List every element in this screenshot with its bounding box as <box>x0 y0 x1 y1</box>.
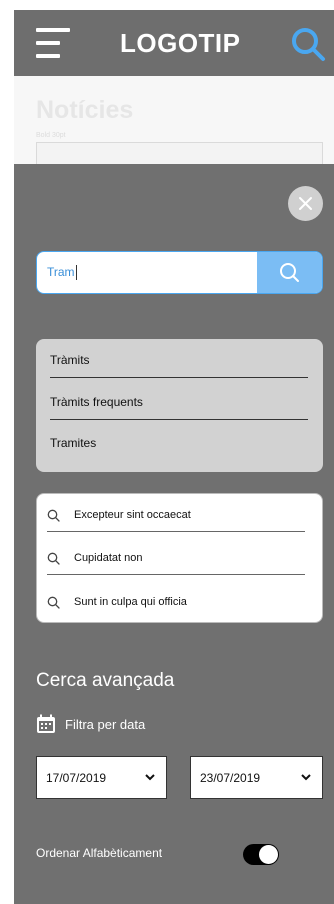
close-button[interactable] <box>288 186 323 221</box>
search-icon <box>47 509 60 522</box>
search-icon <box>47 552 60 565</box>
suggestion-label: Tràmits frequents <box>50 395 143 409</box>
toggle-knob <box>259 845 278 864</box>
recent-search-label: Sunt in culpa qui officia <box>74 596 187 608</box>
date-filter-label: Filtra per data <box>65 717 146 732</box>
search-box: Tram <box>36 251 323 294</box>
suggestions-list: Tràmits Tràmits frequents Tramites <box>36 339 323 472</box>
suggestion-label: Tràmits <box>50 353 90 367</box>
recent-search-item[interactable]: Excepteur sint occaecat <box>47 501 305 532</box>
page-subtitle: Bold 30pt <box>36 132 66 139</box>
date-from-value: 17/07/2019 <box>46 771 107 785</box>
date-to-value: 23/07/2019 <box>200 771 261 785</box>
search-input-value: Tram <box>47 265 75 279</box>
page-title: Notícies <box>36 96 134 124</box>
recent-search-item[interactable]: Sunt in culpa qui officia <box>47 588 305 618</box>
search-icon <box>47 596 60 609</box>
search-icon[interactable] <box>290 26 326 62</box>
recent-search-item[interactable]: Cupidatat non <box>47 544 305 575</box>
search-icon <box>280 263 299 282</box>
close-icon <box>299 197 312 210</box>
top-bar: LOGOTIP <box>14 10 334 76</box>
recent-searches-list: Excepteur sint occaecat Cupidatat non Su… <box>36 493 323 623</box>
advanced-search-title: Cerca avançada <box>36 670 175 691</box>
recent-search-label: Excepteur sint occaecat <box>74 509 191 521</box>
chevron-down-icon <box>145 774 155 781</box>
page-content: Notícies Bold 30pt <box>14 76 334 168</box>
recent-search-label: Cupidatat non <box>74 552 143 564</box>
sort-alphabetically-label: Ordenar Alfabèticament <box>36 846 163 860</box>
suggestion-item[interactable]: Tràmits <box>50 353 308 378</box>
suggestion-label: Tramites <box>50 436 97 450</box>
search-button[interactable] <box>257 252 322 293</box>
suggestion-item[interactable]: Tràmits frequents <box>50 395 308 420</box>
suggestion-item[interactable]: Tramites <box>50 436 308 460</box>
search-input[interactable]: Tram <box>47 252 77 293</box>
chevron-down-icon <box>301 774 311 781</box>
date-from-select[interactable]: 17/07/2019 <box>36 756 167 799</box>
logo: LOGOTIP <box>120 28 241 58</box>
search-panel: Tram Tràmits Tràmits frequents Tramites … <box>14 164 334 904</box>
sort-alphabetically-toggle[interactable] <box>243 844 279 865</box>
date-to-select[interactable]: 23/07/2019 <box>190 756 323 799</box>
calendar-icon <box>37 714 55 733</box>
hamburger-menu-icon[interactable] <box>36 28 70 58</box>
text-caret <box>75 265 77 281</box>
